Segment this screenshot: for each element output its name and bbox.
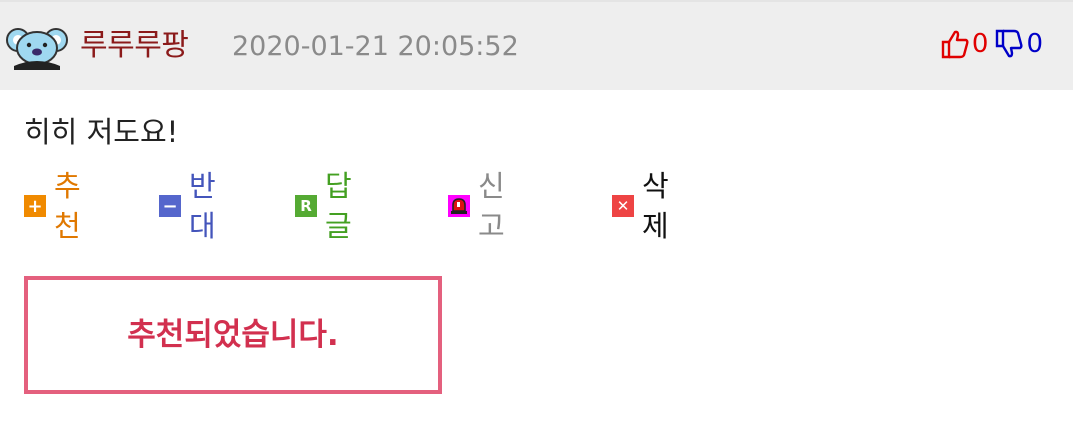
siren-icon [448, 195, 470, 217]
oppose-button[interactable]: − 반대 [159, 169, 216, 243]
koala-avatar-icon[interactable] [6, 26, 68, 70]
recommend-notice: 추천되었습니다. [24, 276, 442, 394]
thumbs-up-icon [940, 28, 970, 60]
minus-icon: − [159, 195, 181, 217]
reply-button[interactable]: R 답글 [295, 169, 352, 243]
notice-text: 추천되었습니다. [127, 317, 339, 353]
oppose-label: 반대 [189, 169, 216, 243]
like-count: 0 [971, 29, 989, 59]
comment-body: 히히 저도요! [24, 115, 179, 149]
plus-icon: + [24, 195, 46, 217]
recommend-label: 추천 [54, 169, 81, 243]
author-name[interactable]: 루루루팡 [80, 26, 189, 66]
like-vote[interactable]: 0 [940, 26, 995, 62]
reply-label: 답글 [325, 169, 352, 243]
dislike-count: 0 [1026, 29, 1043, 59]
comment-timestamp: 2020-01-21 20:05:52 [232, 31, 519, 62]
thumbs-down-icon [994, 28, 1024, 60]
report-button[interactable]: 신고 [448, 169, 505, 243]
delete-button[interactable]: ✕ 삭제 [612, 169, 669, 243]
delete-label: 삭제 [642, 169, 669, 243]
comment-header: 루루루팡 2020-01-21 20:05:52 0 0 [0, 0, 1073, 90]
dislike-vote[interactable]: 0 [994, 26, 1043, 62]
vote-counts: 0 0 [940, 24, 1043, 64]
close-icon: ✕ [612, 195, 634, 217]
reply-r-icon: R [295, 195, 317, 217]
report-label: 신고 [478, 169, 505, 243]
recommend-button[interactable]: + 추천 [24, 169, 81, 243]
comment-item: 루루루팡 2020-01-21 20:05:52 0 0 히히 저도요! + 추… [0, 0, 1073, 423]
